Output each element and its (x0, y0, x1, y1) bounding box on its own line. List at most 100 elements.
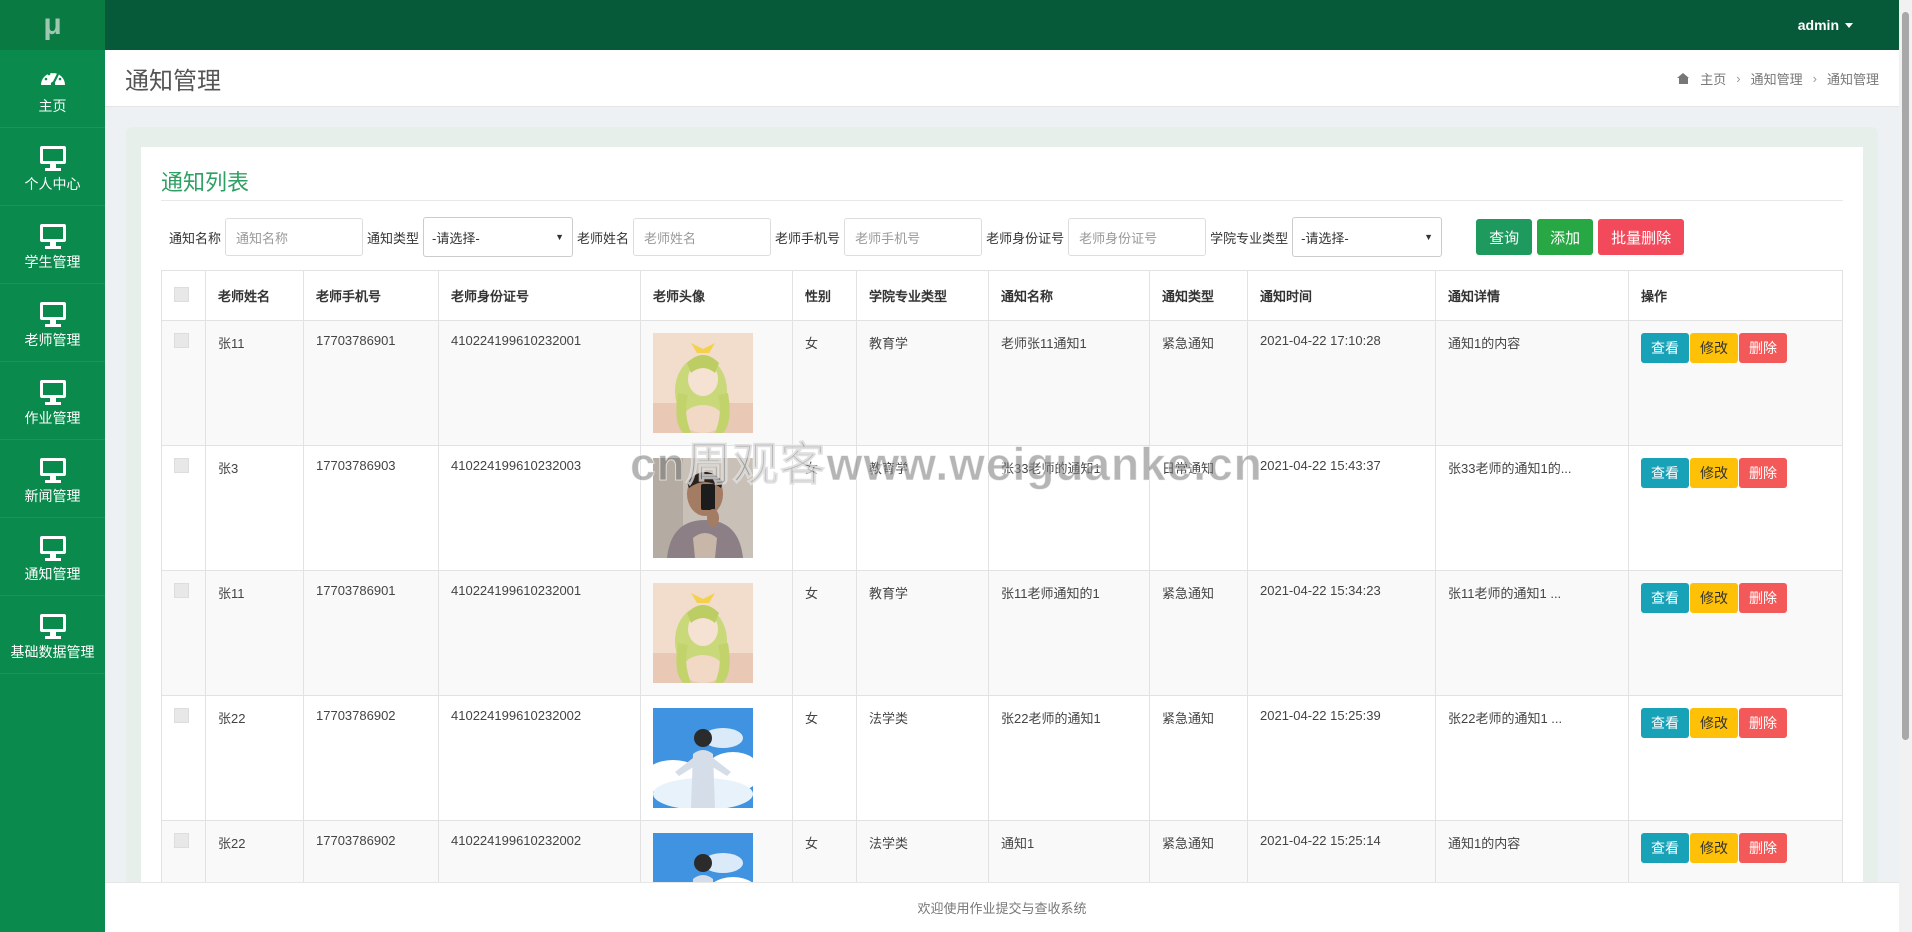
cell-major: 教育学 (856, 445, 989, 571)
table-row: 张11 17703786901 410224199610232001 女教育学 张11老… (161, 570, 1843, 696)
row-checkbox[interactable] (174, 833, 189, 848)
avatar (653, 458, 780, 558)
teacher-id-label: 老师身份证号 (986, 230, 1065, 246)
edit-button[interactable]: 修改 (1690, 833, 1738, 863)
avatar-cell (640, 320, 793, 446)
user-menu[interactable]: admin (1798, 17, 1853, 33)
cell-id: 410224199610232002 (438, 695, 641, 821)
teacher-name-label: 老师姓名 (577, 230, 630, 246)
scrollbar-thumb[interactable] (1902, 12, 1909, 740)
cell-gender: 女 (792, 695, 857, 821)
col-header: 通知详情 (1435, 270, 1629, 321)
cell-id: 410224199610232003 (438, 445, 641, 571)
edit-button[interactable]: 修改 (1690, 708, 1738, 738)
delete-button[interactable]: 删除 (1739, 458, 1787, 488)
breadcrumb-home[interactable]: 主页 (1700, 69, 1726, 88)
cell-major: 教育学 (856, 570, 989, 696)
table-header-row: 老师姓名 老师手机号 老师身份证号 老师头像 性别 学院专业类型 通知名称 通知… (161, 270, 1843, 321)
breadcrumb-section[interactable]: 通知管理 (1751, 69, 1803, 88)
teacher-phone-input[interactable]: 老师手机号 (844, 218, 983, 256)
query-button[interactable]: 查询 (1476, 219, 1533, 255)
sidebar-item[interactable]: 老师管理 (0, 284, 105, 362)
view-button[interactable]: 查看 (1641, 333, 1689, 363)
delete-button[interactable]: 删除 (1739, 583, 1787, 613)
cell-detail: 通知1的内容 (1435, 320, 1629, 446)
notice-name-input[interactable]: 通知名称 (225, 218, 364, 256)
edit-button[interactable]: 修改 (1690, 333, 1738, 363)
vertical-scrollbar[interactable] (1899, 0, 1912, 932)
row-select-cell (161, 570, 206, 696)
sidebar: μ 主页 个人中心 学生管理 老师管理 作业管理 新闻管理 通知管理 基础数据管理 (0, 0, 105, 932)
avatar-cell (640, 570, 793, 696)
notice-type-value: -请选择- (432, 230, 480, 246)
row-checkbox[interactable] (174, 583, 189, 598)
sidebar-item-label: 老师管理 (24, 331, 81, 348)
avatar (653, 333, 780, 433)
dashboard-icon (38, 62, 68, 92)
col-header: 学院专业类型 (856, 270, 989, 321)
avatar-cell (640, 695, 793, 821)
col-header: 通知类型 (1149, 270, 1248, 321)
row-checkbox[interactable] (174, 708, 189, 723)
major-type-select[interactable]: -请选择- ▼ (1292, 217, 1443, 257)
notice-table: 老师姓名 老师手机号 老师身份证号 老师头像 性别 学院专业类型 通知名称 通知… (161, 270, 1843, 932)
row-actions: 查看 修改 删除 (1641, 583, 1830, 613)
cell-detail: 张33老师的通知1的... (1435, 445, 1629, 571)
monitor-icon (38, 140, 68, 171)
sidebar-item-label: 基础数据管理 (10, 643, 95, 660)
col-header: 性别 (792, 270, 857, 321)
edit-button[interactable]: 修改 (1690, 583, 1738, 613)
row-checkbox[interactable] (174, 333, 189, 348)
cell-notice-name: 老师张11通知1 (988, 320, 1150, 446)
cell-notice-type: 紧急通知 (1149, 320, 1248, 446)
notice-list-card: 通知列表 通知名称 通知名称 通知类型 -请选择- ▼ 老师姓名 老师姓名 老师… (141, 147, 1863, 932)
sidebar-item[interactable]: 新闻管理 (0, 440, 105, 518)
notice-type-select[interactable]: -请选择- ▼ (423, 217, 574, 257)
teacher-phone-label: 老师手机号 (775, 230, 841, 246)
row-select-cell (161, 695, 206, 821)
avatar-cell (640, 445, 793, 571)
sidebar-item[interactable]: 作业管理 (0, 362, 105, 440)
sidebar-item[interactable]: 学生管理 (0, 206, 105, 284)
edit-button[interactable]: 修改 (1690, 458, 1738, 488)
view-button[interactable]: 查看 (1641, 458, 1689, 488)
col-header: 老师身份证号 (438, 270, 641, 321)
cell-phone: 17703786901 (303, 320, 439, 446)
sidebar-item[interactable]: 个人中心 (0, 128, 105, 206)
sidebar-item-label: 作业管理 (24, 409, 81, 426)
monitor-icon (38, 296, 68, 327)
view-button[interactable]: 查看 (1641, 583, 1689, 613)
cell-name: 张11 (205, 320, 304, 446)
teacher-name-input[interactable]: 老师姓名 (633, 218, 772, 256)
page-title: 通知管理 (125, 67, 221, 95)
select-all-checkbox[interactable] (174, 286, 189, 302)
view-button[interactable]: 查看 (1641, 708, 1689, 738)
sidebar-item[interactable]: 基础数据管理 (0, 596, 105, 674)
major-type-value: -请选择- (1301, 230, 1349, 246)
row-checkbox[interactable] (174, 458, 189, 473)
cell-phone: 17703786903 (303, 445, 439, 571)
delete-button[interactable]: 删除 (1739, 833, 1787, 863)
batch-delete-button[interactable]: 批量删除 (1598, 219, 1685, 255)
add-button[interactable]: 添加 (1537, 219, 1594, 255)
breadcrumb-separator: › (1736, 70, 1741, 86)
cell-notice-name: 张22老师的通知1 (988, 695, 1150, 821)
sidebar-item[interactable]: 通知管理 (0, 518, 105, 596)
delete-button[interactable]: 删除 (1739, 333, 1787, 363)
table-row: 张11 17703786901 410224199610232001 女教育学 老师张1… (161, 320, 1843, 446)
breadcrumb: 主页 › 通知管理 › 通知管理 (1677, 69, 1879, 88)
cell-time: 2021-04-22 17:10:28 (1247, 320, 1436, 446)
cell-gender: 女 (792, 320, 857, 446)
delete-button[interactable]: 删除 (1739, 708, 1787, 738)
filter-bar: 通知名称 通知名称 通知类型 -请选择- ▼ 老师姓名 老师姓名 老师手机号 老… (169, 217, 1685, 257)
cell-id: 410224199610232001 (438, 570, 641, 696)
teacher-id-input[interactable]: 老师身份证号 (1068, 218, 1207, 256)
cell-phone: 17703786901 (303, 570, 439, 696)
table-row: 张3 17703786903 410224199610232003 女教育学 张33老师… (161, 445, 1843, 571)
view-button[interactable]: 查看 (1641, 833, 1689, 863)
cell-name: 张3 (205, 445, 304, 571)
sidebar-item[interactable]: 主页 (0, 50, 105, 128)
cell-detail: 张11老师的通知1 ... (1435, 570, 1629, 696)
monitor-icon (38, 608, 68, 639)
actions-cell: 查看 修改 删除 (1628, 570, 1843, 696)
